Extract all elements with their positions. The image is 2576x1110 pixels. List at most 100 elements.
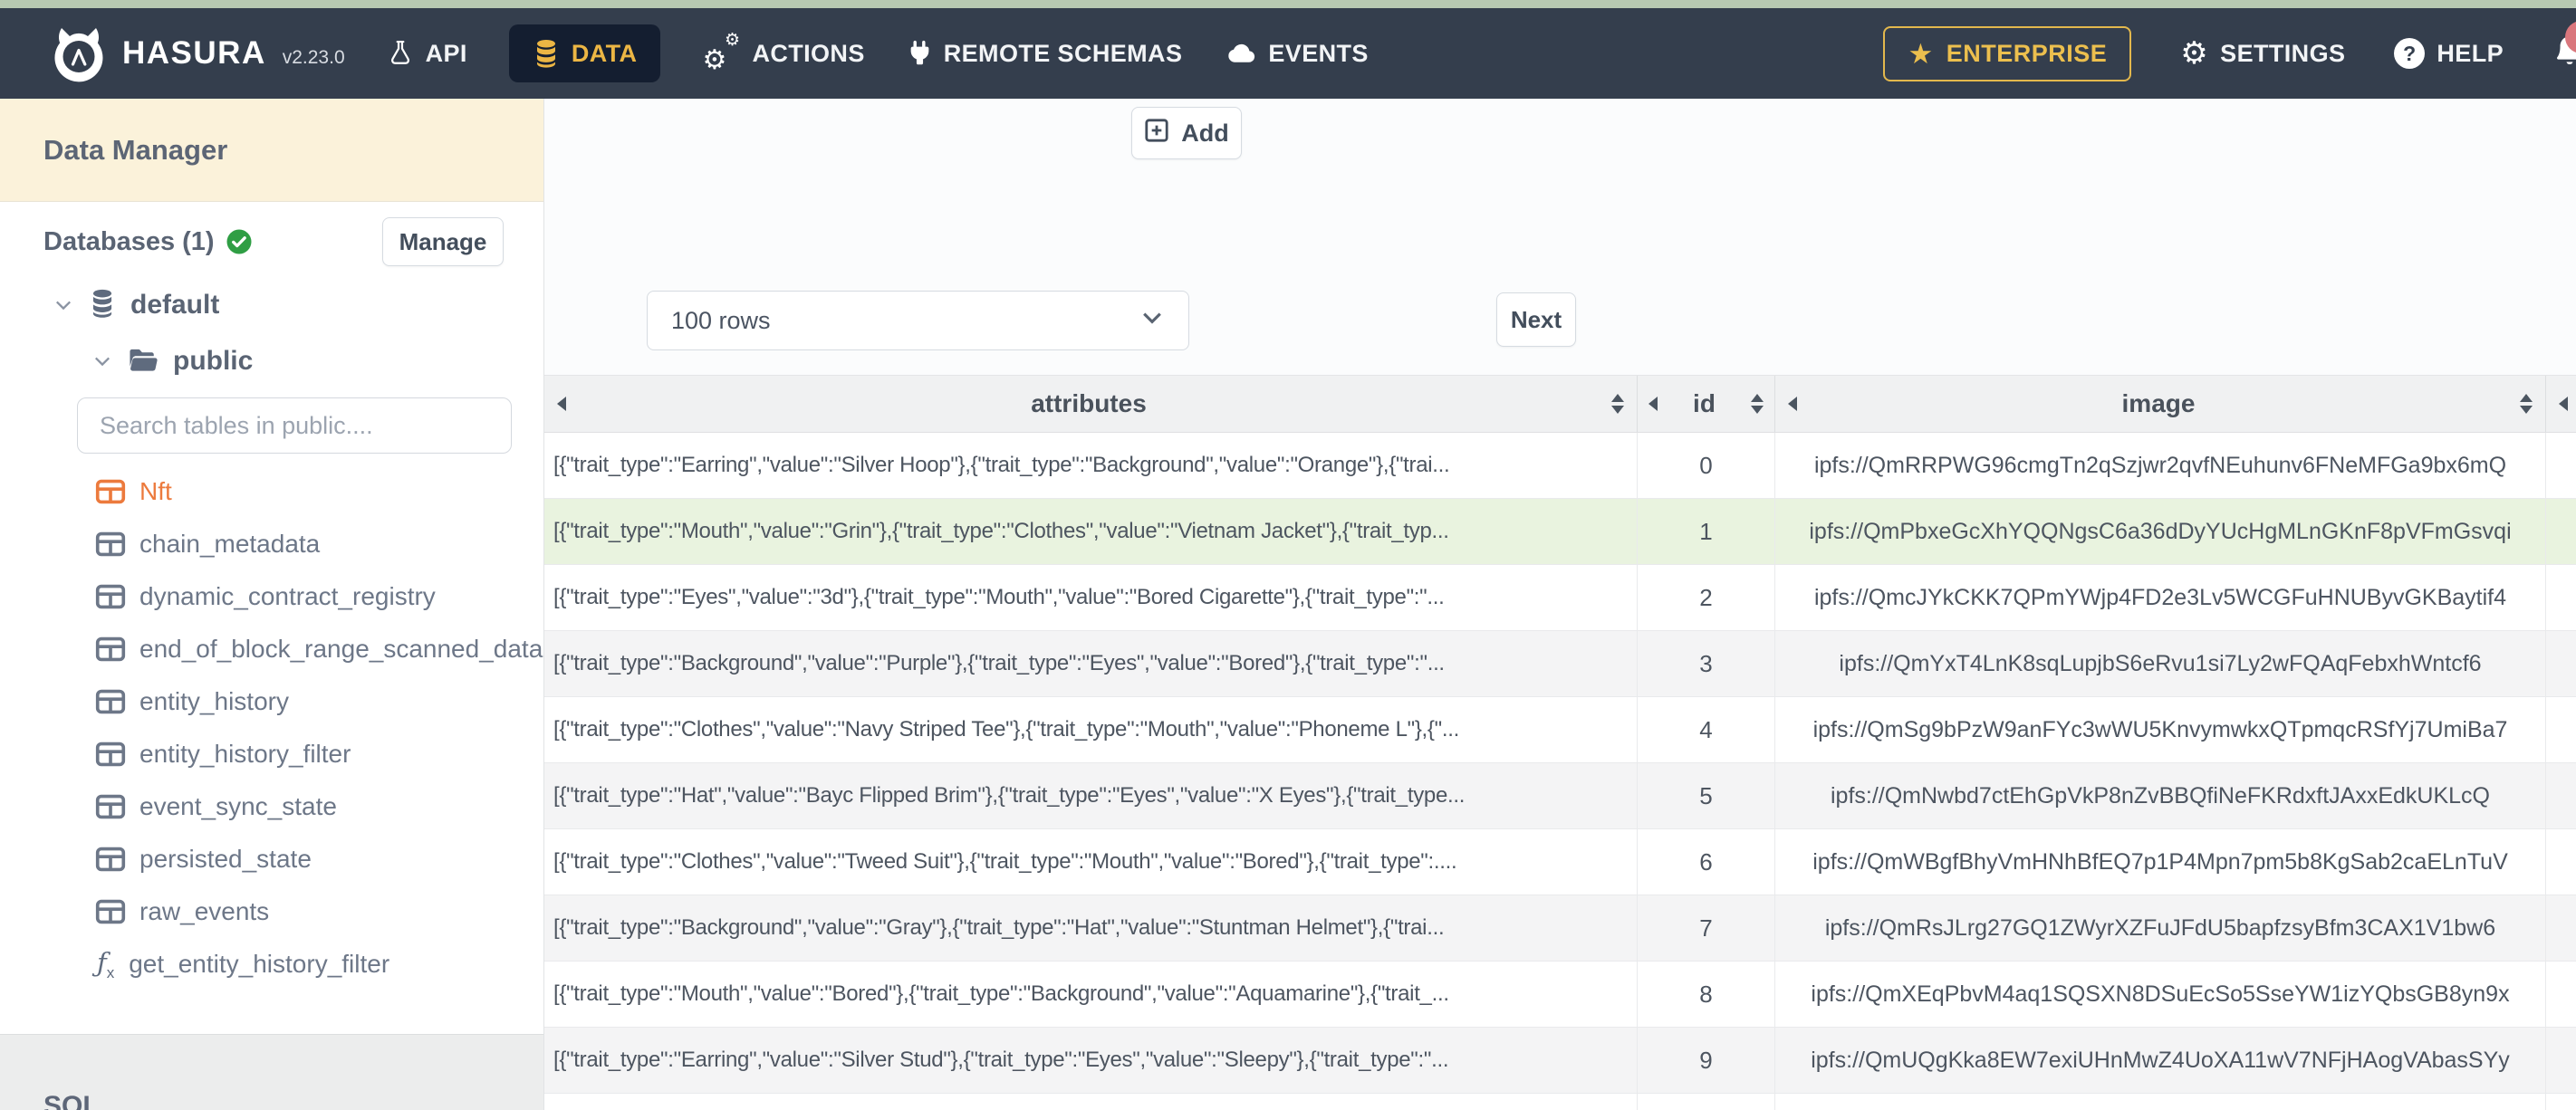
navbar-left: HASURA v2.23.0 API DATA ⚙ ⚙ ACTIONS REMOT…	[50, 24, 1369, 82]
cell-image[interactable]: ipfs://QmRRPWG96cmgTn2qSzjwr2qvfNEuhunv6…	[1775, 433, 2546, 498]
collapse-column-icon[interactable]	[557, 397, 566, 411]
cell-attributes[interactable]: [{"trait_type":"Background","value":"Gra…	[544, 895, 1638, 961]
nav-item-api[interactable]: API	[387, 39, 467, 68]
sidebar-table-dynamic_contract_registry[interactable]: dynamic_contract_registry	[0, 570, 543, 623]
search-tables-input[interactable]	[77, 397, 512, 454]
table-row-1[interactable]: [{"trait_type":"Mouth","value":"Grin"},{…	[544, 499, 2576, 565]
database-name: default	[130, 290, 220, 320]
cell-id[interactable]	[1638, 1094, 1775, 1110]
sidebar-table-persisted_state[interactable]: persisted_state	[0, 833, 543, 885]
nav-item-events[interactable]: EVENTS	[1224, 40, 1368, 68]
next-page-button[interactable]: Next	[1496, 292, 1576, 347]
cell-id[interactable]: 4	[1638, 697, 1775, 762]
table-row-3[interactable]: [{"trait_type":"Background","value":"Pur…	[544, 631, 2576, 697]
cell-image[interactable]: ipfs://QmXEqPbvM4aq1SQSXN8DSuEcSo5SseYW1…	[1775, 962, 2546, 1027]
tree-item-schema-public[interactable]: public	[0, 336, 543, 387]
manage-button[interactable]: Manage	[382, 217, 504, 266]
table-icon	[95, 899, 126, 924]
sort-icon[interactable]	[2520, 394, 2533, 414]
cell-attributes[interactable]: [{"trait_type":"Hat","value":"Bayc Flipp…	[544, 763, 1638, 828]
cell-attributes[interactable]: [{"trait_type":"Clothes","value":"Navy S…	[544, 697, 1638, 762]
cell-id[interactable]: 5	[1638, 763, 1775, 828]
nav-item-data[interactable]: DATA	[508, 24, 661, 82]
sidebar-table-raw_events[interactable]: raw_events	[0, 885, 543, 938]
chevron-down-icon[interactable]	[91, 350, 113, 372]
cell-image[interactable]: ipfs://QmYxT4LnK8sqLupjbS6eRvu1si7Ly2wFQ…	[1775, 631, 2546, 696]
nav-item-actions[interactable]: ⚙ ⚙ ACTIONS	[702, 32, 864, 74]
table-row-2[interactable]: [{"trait_type":"Eyes","value":"3d"},{"tr…	[544, 565, 2576, 631]
cell-attributes[interactable]: [{"trait_type":"Earring","value":"Silver…	[544, 433, 1638, 498]
notifications-button[interactable]: 8	[2552, 20, 2576, 74]
cell-attributes[interactable]: [{"trait_	[544, 1094, 1638, 1110]
cell-image[interactable]: ipfs://QmRsJLrg27GQ1ZWyrXZFuJFdU5bapfzsy…	[1775, 895, 2546, 961]
collapse-column-icon[interactable]	[1788, 397, 1797, 411]
rows-per-page-select[interactable]: 100 rows	[647, 291, 1189, 350]
cell-attributes[interactable]: [{"trait_type":"Background","value":"Pur…	[544, 631, 1638, 696]
sidebar-table-entity_history[interactable]: entity_history	[0, 675, 543, 728]
cell-image[interactable]: ipfs://QmPbxeGcXhYQQNgsC6a36dDyYUcHgMLnG…	[1775, 499, 2546, 564]
databases-count-label: Databases (1)	[43, 226, 215, 256]
cell-id[interactable]: 7	[1638, 895, 1775, 961]
cell-attributes[interactable]: [{"trait_type":"Mouth","value":"Grin"},{…	[544, 499, 1638, 564]
hasura-logo-icon[interactable]	[50, 24, 108, 82]
cell-id[interactable]: 2	[1638, 565, 1775, 630]
page-title: Data Manager	[43, 133, 228, 166]
sidebar-table-event_sync_state[interactable]: event_sync_state	[0, 780, 543, 833]
cell-id[interactable]: 6	[1638, 829, 1775, 895]
cell-attributes[interactable]: [{"trait_type":"Eyes","value":"3d"},{"tr…	[544, 565, 1638, 630]
sidebar-function-get_entity_history_filter[interactable]: ƒx get_entity_history_filter	[0, 938, 543, 990]
cell-image[interactable]: ipfs://QmWBgfBhyVmHNhBfEQ7p1P4Mpn7pm5b8K…	[1775, 829, 2546, 895]
rows-per-page-value: 100 rows	[671, 306, 771, 334]
cell-id[interactable]: 8	[1638, 962, 1775, 1027]
cell-clipped	[2546, 1028, 2576, 1093]
cell-attributes[interactable]: [{"trait_type":"Mouth","value":"Bored"},…	[544, 962, 1638, 1027]
cell-clipped	[2546, 829, 2576, 895]
table-row-5[interactable]: [{"trait_type":"Hat","value":"Bayc Flipp…	[544, 763, 2576, 829]
cell-attributes[interactable]: [{"trait_type":"Earring","value":"Silver…	[544, 1028, 1638, 1093]
brand-wordmark[interactable]: HASURA	[122, 35, 266, 72]
sidebar-table-entity_history_filter[interactable]: entity_history_filter	[0, 728, 543, 780]
navbar: HASURA v2.23.0 API DATA ⚙ ⚙ ACTIONS REMOT…	[0, 8, 2576, 99]
table-row-4[interactable]: [{"trait_type":"Clothes","value":"Navy S…	[544, 697, 2576, 763]
cell-image[interactable]	[1775, 1094, 2546, 1110]
cell-clipped	[2546, 697, 2576, 762]
table-row-9[interactable]: [{"trait_type":"Earring","value":"Silver…	[544, 1028, 2576, 1094]
sidebar-table-Nft[interactable]: Nft	[0, 465, 543, 518]
sidebar-table-end_of_block_range_scanned_data[interactable]: end_of_block_range_scanned_data	[0, 623, 543, 675]
nav-item-settings[interactable]: ⚙ SETTINGS	[2180, 38, 2345, 69]
nav-label: EVENTS	[1268, 39, 1369, 67]
add-row-button[interactable]: Add	[1131, 107, 1242, 159]
sort-icon[interactable]	[1751, 394, 1764, 414]
cell-id[interactable]: 0	[1638, 433, 1775, 498]
table-name: end_of_block_range_scanned_data	[139, 635, 543, 663]
cell-id[interactable]: 9	[1638, 1028, 1775, 1093]
table-row-6[interactable]: [{"trait_type":"Clothes","value":"Tweed …	[544, 829, 2576, 895]
collapse-column-icon[interactable]	[1648, 397, 1658, 411]
tree-item-database-default[interactable]: default	[0, 280, 543, 330]
table-row-7[interactable]: [{"trait_type":"Background","value":"Gra…	[544, 895, 2576, 962]
chevron-down-icon[interactable]	[53, 294, 74, 316]
cell-id[interactable]: 1	[1638, 499, 1775, 564]
cell-image[interactable]: ipfs://QmUQgKka8EW7exiUHnMwZ4UoXA11wV7NF…	[1775, 1028, 2546, 1093]
nav-item-help[interactable]: ? HELP	[2394, 38, 2504, 69]
cell-image[interactable]: ipfs://QmcJYkCKK7QPmYWjp4FD2e3Lv5WCGFuHN…	[1775, 565, 2546, 630]
sql-section-label[interactable]: SQL	[43, 1091, 543, 1110]
sidebar-table-chain_metadata[interactable]: chain_metadata	[0, 518, 543, 570]
table-row-clipped[interactable]: [{"trait_	[544, 1094, 2576, 1110]
nav-label: REMOTE SCHEMAS	[943, 39, 1183, 67]
cell-id[interactable]: 3	[1638, 631, 1775, 696]
enterprise-button[interactable]: ★ ENTERPRISE	[1883, 25, 2132, 81]
collapse-column-icon[interactable]	[2559, 397, 2568, 411]
star-icon: ★	[1908, 37, 1934, 70]
nav-item-remote-schemas[interactable]: REMOTE SCHEMAS	[907, 39, 1183, 68]
function-icon: ƒx	[97, 946, 115, 981]
table-row-8[interactable]: [{"trait_type":"Mouth","value":"Bored"},…	[544, 962, 2576, 1028]
cell-attributes[interactable]: [{"trait_type":"Clothes","value":"Tweed …	[544, 829, 1638, 895]
cell-image[interactable]: ipfs://QmNwbd7ctEhGpVkP8nZvBBQfiNeFKRdxf…	[1775, 763, 2546, 828]
table-row-0[interactable]: [{"trait_type":"Earring","value":"Silver…	[544, 433, 2576, 499]
cell-image[interactable]: ipfs://QmSg9bPzW9anFYc3wWU5KnvymwkxQTpmq…	[1775, 697, 2546, 762]
table-icon	[95, 847, 126, 872]
sort-icon[interactable]	[1611, 394, 1624, 414]
column-label: image	[2121, 389, 2196, 417]
top-strip	[0, 0, 2576, 8]
